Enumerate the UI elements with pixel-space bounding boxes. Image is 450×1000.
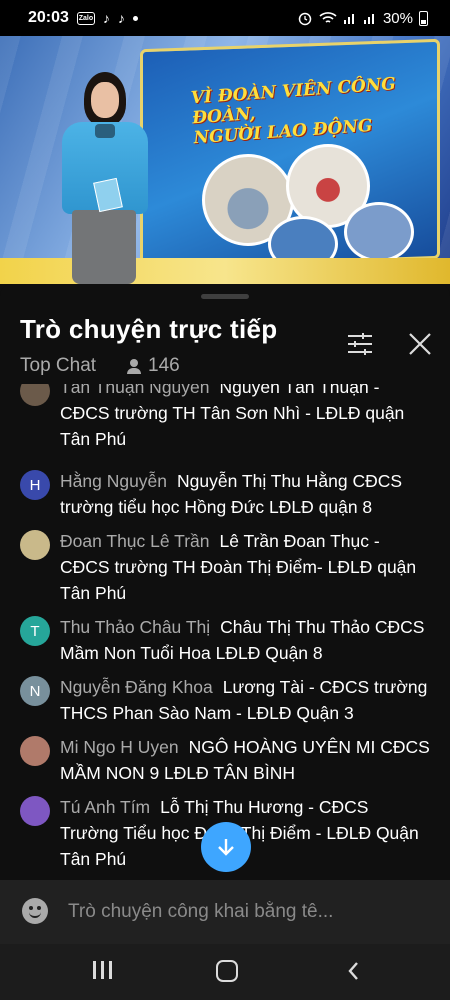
chat-message-list[interactable]: Tân Thuận Nguyễn Nguyễn Tấn Thuận - CĐCS …	[0, 384, 450, 880]
message-body: Hằng Nguyễn Nguyễn Thị Thu Hằng CĐCS trườ…	[60, 468, 430, 520]
notification-dot-icon	[132, 15, 138, 21]
tune-icon[interactable]	[346, 332, 374, 356]
video-player[interactable]: VÌ ĐOÀN VIÊN CÔNG ĐOÀN, NGƯỜI LAO ĐỘNG	[0, 36, 450, 284]
signal-icon	[343, 14, 354, 24]
home-icon[interactable]	[216, 960, 238, 982]
banner-photo	[344, 202, 414, 262]
message-body: Nguyễn Đăng Khoa Lương Tài - CĐCS trường …	[60, 674, 430, 726]
zalo-icon: Zalo	[76, 11, 95, 25]
avatar[interactable]: N	[20, 676, 50, 706]
message-author[interactable]: Thu Thảo Châu Thị	[60, 617, 210, 637]
avatar[interactable]: T	[20, 616, 50, 646]
chat-title: Trò chuyện trực tiếp	[20, 314, 278, 344]
battery-percent: 30%	[382, 9, 413, 27]
live-chat-panel: Trò chuyện trực tiếp Top Chat 146 Tân Th…	[0, 284, 450, 880]
message-author[interactable]: Tú Anh Tím	[60, 797, 150, 817]
avatar[interactable]	[20, 384, 50, 406]
arrow-down-icon	[218, 839, 234, 856]
alarm-icon	[298, 12, 312, 26]
viewer-count-value: 146	[148, 355, 180, 376]
avatar[interactable]	[20, 796, 50, 826]
system-nav-bar	[0, 944, 450, 1000]
back-icon[interactable]	[342, 959, 366, 983]
chat-message: T Thu Thảo Châu Thị Châu Thị Thu Thảo CĐC…	[20, 614, 430, 666]
wifi-icon	[319, 12, 337, 23]
close-icon[interactable]	[406, 330, 434, 358]
battery-icon	[419, 10, 428, 26]
avatar[interactable]: H	[20, 470, 50, 500]
drag-handle[interactable]	[201, 294, 249, 299]
message-body: Đoan Thục Lê Trần Lê Trần Đoan Thục - CĐC…	[60, 528, 430, 606]
chat-mode-selector[interactable]: Top Chat	[20, 355, 96, 377]
tiktok-icon-2: ♪	[117, 10, 125, 26]
message-author[interactable]: Nguyễn Đăng Khoa	[60, 677, 213, 697]
chat-message: Tân Thuận Nguyễn Nguyễn Tấn Thuận - CĐCS …	[20, 384, 430, 452]
recents-icon[interactable]	[92, 961, 112, 981]
chat-composer	[0, 880, 450, 944]
viewer-count: 146	[126, 355, 180, 377]
message-author[interactable]: Tân Thuận Nguyễn	[60, 384, 210, 397]
signal-icon-2	[363, 14, 374, 24]
chat-message: H Hằng Nguyễn Nguyễn Thị Thu Hằng CĐCS tr…	[20, 468, 430, 520]
chat-message: N Nguyễn Đăng Khoa Lương Tài - CĐCS trườn…	[20, 674, 430, 726]
message-body: Tân Thuận Nguyễn Nguyễn Tấn Thuận - CĐCS …	[60, 384, 430, 452]
scroll-to-latest-button[interactable]	[201, 822, 251, 872]
message-author[interactable]: Hằng Nguyễn	[60, 471, 167, 491]
message-body: Mi Ngo H Uyen NGÔ HOÀNG UYÊN MI CĐCS MẦM …	[60, 734, 430, 786]
message-author[interactable]: Đoan Thục Lê Trần	[60, 531, 210, 551]
status-time: 20:03	[28, 9, 69, 26]
tiktok-icon: ♪	[102, 10, 110, 26]
chat-message: Đoan Thục Lê Trần Lê Trần Đoan Thục - CĐC…	[20, 528, 430, 606]
message-author[interactable]: Mi Ngo H Uyen	[60, 737, 179, 757]
status-bar: 20:03 Zalo ♪ ♪ 30%	[0, 0, 450, 36]
avatar[interactable]	[20, 530, 50, 560]
news-presenter	[58, 72, 150, 284]
status-right: 30%	[297, 10, 428, 27]
avatar[interactable]	[20, 736, 50, 766]
status-left: 20:03 Zalo ♪ ♪	[28, 9, 138, 27]
emoji-icon[interactable]	[22, 898, 48, 924]
message-body: Thu Thảo Châu Thị Châu Thị Thu Thảo CĐCS …	[60, 614, 430, 666]
person-icon	[126, 358, 142, 374]
chat-message: Mi Ngo H Uyen NGÔ HOÀNG UYÊN MI CĐCS MẦM …	[20, 734, 430, 786]
chat-input[interactable]	[68, 898, 428, 926]
